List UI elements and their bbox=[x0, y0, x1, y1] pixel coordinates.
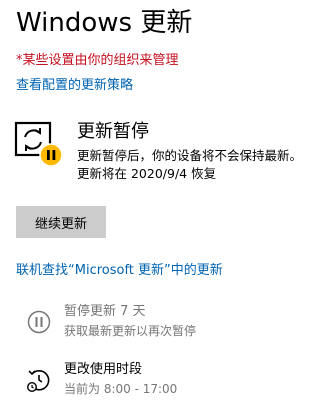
active-hours-subtitle: 当前为 8:00 - 17:00 bbox=[64, 382, 178, 396]
change-active-hours-option[interactable]: 更改使用时段 当前为 8:00 - 17:00 bbox=[16, 361, 316, 405]
active-hours-title: 更改使用时段 bbox=[64, 362, 143, 377]
pause-updates-subtitle: 获取最新更新以再次暂停 bbox=[64, 324, 197, 338]
update-status-description: 更新暂停后，你的设备将不会保持最新。 bbox=[77, 148, 303, 163]
update-resume-date: 更新将在 2020/9/4 恢复 bbox=[77, 166, 217, 181]
pause-updates-title: 暂停更新 7 天 bbox=[64, 304, 146, 319]
page-title: Windows 更新 bbox=[16, 8, 193, 38]
pause-circle-icon bbox=[26, 309, 52, 335]
resume-updates-button[interactable]: 继续更新 bbox=[16, 206, 106, 238]
update-paused-icon bbox=[14, 118, 66, 168]
pause-updates-7-days-option[interactable]: 暂停更新 7 天 获取最新更新以再次暂停 bbox=[16, 303, 316, 347]
active-hours-clock-icon bbox=[26, 367, 52, 393]
view-update-policies-link[interactable]: 查看配置的更新策略 bbox=[16, 77, 133, 95]
org-managed-warning: *某些设置由你的组织来管理 bbox=[16, 53, 179, 68]
update-status-title: 更新暂停 bbox=[77, 121, 149, 142]
check-online-microsoft-update-link[interactable]: 联机查找“Microsoft 更新”中的更新 bbox=[16, 262, 223, 280]
